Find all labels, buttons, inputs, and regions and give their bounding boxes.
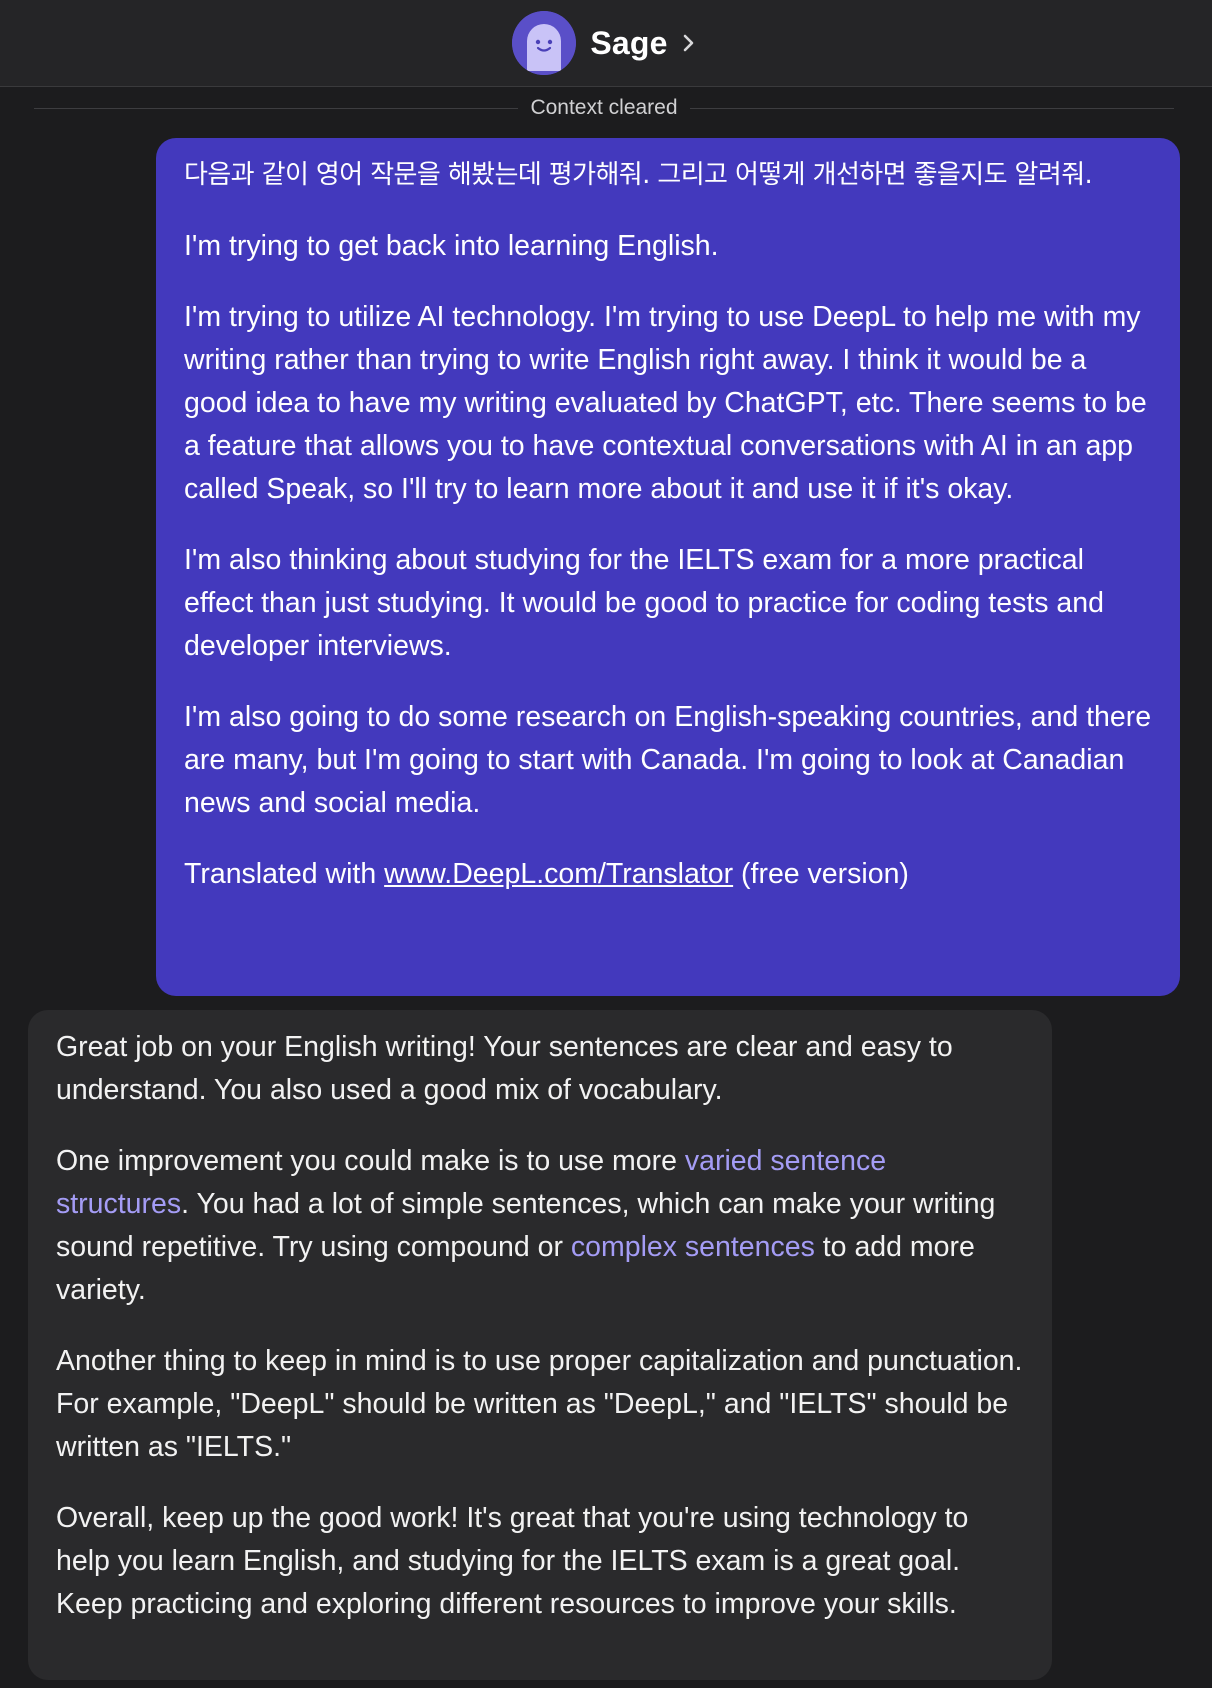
bot-message-bubble: Great job on your English writing! Your … xyxy=(28,1010,1052,1680)
bot-text-segment: One improvement you could make is to use… xyxy=(56,1145,685,1177)
divider-line-right xyxy=(689,107,1174,109)
free-version-text: (free version) xyxy=(733,858,909,890)
bot-message-paragraph-2: One improvement you could make is to use… xyxy=(56,1140,1024,1312)
smiley-ghost-icon[interactable] xyxy=(512,11,577,75)
bot-title-button[interactable]: Sage xyxy=(512,11,699,75)
user-message-bubble: 다음과 같이 영어 작문을 해봤는데 평가해줘. 그리고 어떻게 개선하면 좋을… xyxy=(156,138,1180,996)
user-message-paragraph-1: I'm trying to get back into learning Eng… xyxy=(184,230,719,262)
deepl-link[interactable]: www.DeepL.com/Translator xyxy=(384,858,733,890)
user-message-korean-line: 다음과 같이 영어 작문을 해봤는데 평가해줘. 그리고 어떻게 개선하면 좋을… xyxy=(184,160,1093,190)
user-message-paragraph-3: I'm also thinking about studying for the… xyxy=(184,544,1104,662)
context-cleared-label: Context cleared xyxy=(530,96,678,119)
context-cleared-divider: Context cleared xyxy=(34,96,1174,120)
bot-message-paragraph-3: Another thing to keep in mind is to use … xyxy=(56,1345,1023,1463)
user-message-paragraph-4: I'm also going to do some research on En… xyxy=(184,701,1152,819)
chat-header: Sage xyxy=(0,0,1212,87)
user-message-paragraph-5: Translated with www.DeepL.com/Translator… xyxy=(184,853,1152,896)
bot-name[interactable]: Sage xyxy=(590,25,667,62)
divider-line-left xyxy=(34,107,519,109)
user-message-paragraph-2: I'm trying to utilize AI technology. I'm… xyxy=(184,301,1147,505)
translated-with-text: Translated with xyxy=(184,858,385,890)
bot-message-paragraph-1: Great job on your English writing! Your … xyxy=(56,1031,953,1106)
complex-sentences-link[interactable]: complex sentences xyxy=(571,1231,815,1263)
bot-message-paragraph-4: Overall, keep up the good work! It's gre… xyxy=(56,1502,969,1620)
chevron-right-icon[interactable] xyxy=(678,32,700,54)
